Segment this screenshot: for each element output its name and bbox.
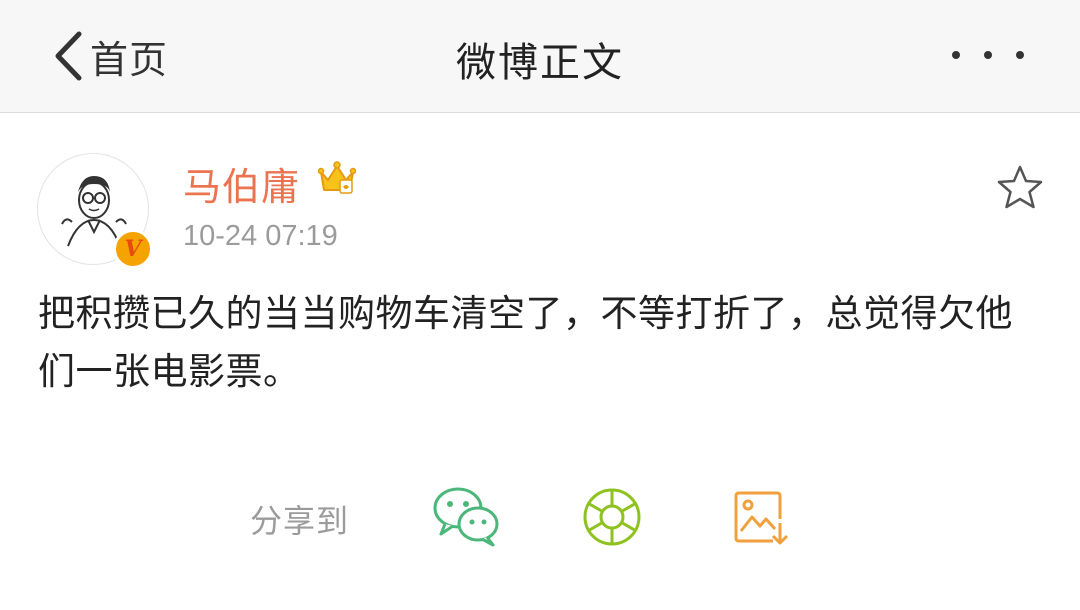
favorite-star-icon[interactable] [996,164,1044,210]
page-title: 微博正文 [456,40,624,86]
wechat-icon[interactable] [431,484,501,548]
more-dot-icon [984,51,992,59]
crown-vip-icon [318,161,356,194]
moments-icon[interactable] [581,486,643,548]
author-name[interactable]: 马伯庸 [183,156,300,211]
post-body: 把积攒已久的当当购物车清空了，不等打折了，总觉得欠他们一张电影票。 [38,292,1013,393]
more-dot-icon [1016,51,1024,59]
more-dot-icon [952,51,960,59]
verified-badge-icon: V [113,229,153,269]
save-image-icon[interactable] [733,489,791,547]
navigation-bar: 首页 微博正文 [0,0,1080,113]
more-options-button[interactable] [952,40,1024,70]
post-timestamp: 10-24 07:19 [183,220,338,252]
share-label: 分享到 [250,502,350,540]
